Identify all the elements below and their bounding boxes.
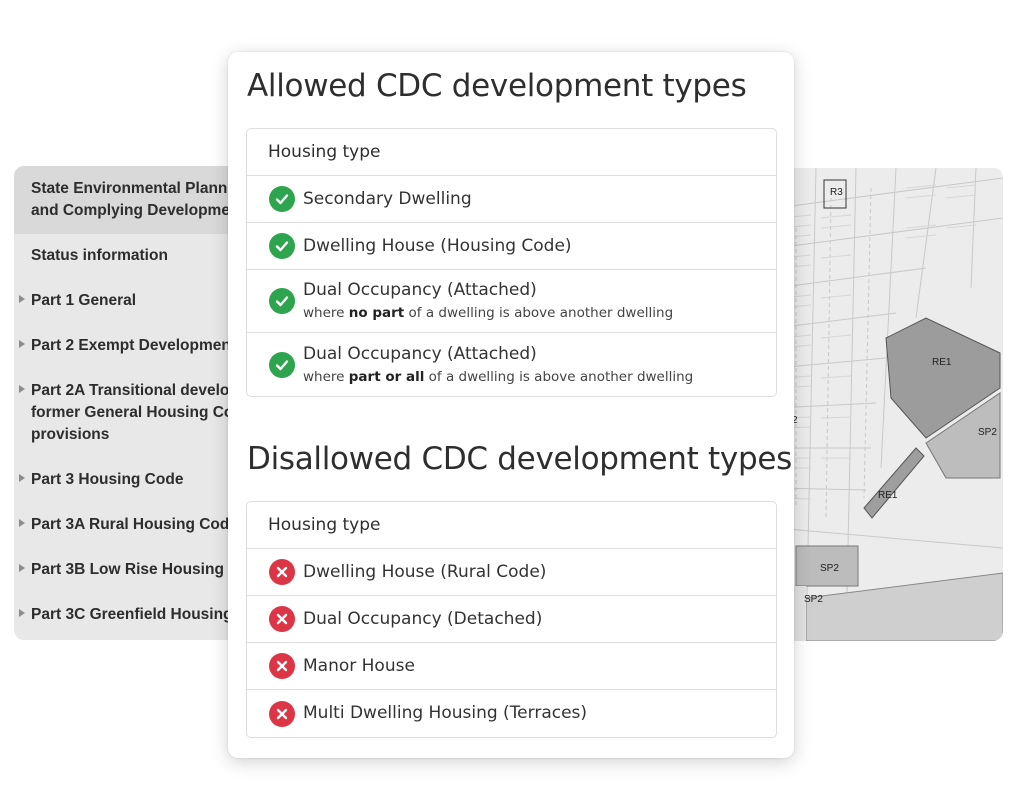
- housing-type-label: Dual Occupancy (Attached): [303, 280, 537, 300]
- disallowed-table-header: Housing type: [247, 502, 776, 549]
- sidebar-heading[interactable]: State Environmental Plann and Complying …: [14, 166, 244, 234]
- housing-type-label: Manor House: [303, 655, 415, 676]
- allowed-row: Dwelling House (Housing Code): [247, 223, 776, 270]
- housing-type-label: Dual Occupancy (Detached): [303, 608, 543, 629]
- housing-type-label: Secondary Dwelling: [303, 188, 472, 209]
- allowed-row: Secondary Dwelling: [247, 176, 776, 223]
- housing-type-label: Dwelling House (Rural Code): [303, 561, 547, 582]
- allowed-table-header: Housing type: [247, 129, 776, 176]
- zoning-map[interactable]: R3 RE1 SP2 RE1 SP2 SP2 2: [776, 168, 1003, 641]
- disallowed-section-title: Disallowed CDC development types: [247, 441, 792, 477]
- caret-right-icon[interactable]: [19, 385, 25, 393]
- check-circle-icon: [269, 186, 295, 212]
- sidebar-item-label: Part 2A Transitional develo: [31, 382, 230, 399]
- map-label: SP2: [820, 563, 839, 574]
- sidebar-heading-line: State Environmental Plann: [31, 180, 228, 197]
- sidebar-item-part-3a[interactable]: Part 3A Rural Housing Code: [14, 514, 244, 536]
- check-circle-icon: [269, 351, 295, 378]
- sidebar-item-label: Part 3C Greenfield Housing: [31, 606, 233, 623]
- check-circle-icon: [269, 233, 295, 259]
- map-label: SP2: [804, 594, 823, 605]
- allowed-row: Dual Occupancy (Attached) where no part …: [247, 270, 776, 333]
- map-canvas: R3 RE1 SP2 RE1 SP2 SP2 2: [776, 168, 1003, 641]
- sidebar-item-part-2[interactable]: Part 2 Exempt Development: [14, 335, 244, 357]
- caret-right-icon[interactable]: [19, 519, 25, 527]
- caret-right-icon[interactable]: [19, 609, 25, 617]
- caret-right-icon[interactable]: [19, 340, 25, 348]
- sidebar-heading-line: and Complying Developme: [31, 202, 230, 219]
- caret-right-icon[interactable]: [19, 474, 25, 482]
- disallowed-row: Multi Dwelling Housing (Terraces): [247, 690, 776, 737]
- sidebar-item-label: Part 2 Exempt Development: [31, 337, 237, 354]
- sidebar-item-label: provisions: [31, 426, 110, 443]
- disallowed-table: Housing type Dwelling House (Rural Code)…: [246, 501, 777, 738]
- x-circle-icon: [269, 653, 295, 679]
- map-label: RE1: [878, 490, 898, 501]
- allowed-row: Dual Occupancy (Attached) where part or …: [247, 333, 776, 396]
- sidebar-item-label: former General Housing Co: [31, 404, 234, 421]
- caret-right-icon[interactable]: [19, 564, 25, 572]
- sidebar-item-label: Part 3 Housing Code: [31, 471, 184, 488]
- allowed-section-title: Allowed CDC development types: [247, 68, 747, 104]
- sidebar-toc: State Environmental Plann and Complying …: [14, 166, 244, 640]
- sidebar-item-label: Status information: [31, 247, 168, 264]
- housing-type-label: Multi Dwelling Housing (Terraces): [303, 703, 588, 723]
- sidebar-item-label: Part 1 General: [31, 292, 137, 309]
- housing-type-label: Dwelling House (Housing Code): [303, 235, 572, 256]
- sidebar-item-part-2a[interactable]: Part 2A Transitional develo former Gener…: [14, 380, 244, 446]
- x-circle-icon: [269, 606, 295, 632]
- caret-right-icon[interactable]: [19, 295, 25, 303]
- allowed-table: Housing type Secondary Dwelling Dwelling…: [246, 128, 777, 397]
- map-label: RE1: [932, 357, 952, 368]
- sidebar-item-label: Part 3A Rural Housing Code: [31, 516, 238, 533]
- sidebar-item-label: Part 3B Low Rise Housing: [31, 561, 224, 578]
- sidebar-item-part-1[interactable]: Part 1 General: [14, 290, 244, 312]
- sidebar-item-status[interactable]: Status information: [14, 245, 244, 267]
- sidebar-item-part-3b[interactable]: Part 3B Low Rise Housing: [14, 559, 244, 581]
- map-label: R3: [830, 187, 843, 198]
- housing-type-condition: where part or all of a dwelling is above…: [303, 368, 694, 385]
- cdc-types-card: Allowed CDC development types Housing ty…: [228, 52, 794, 758]
- disallowed-row: Dual Occupancy (Detached): [247, 596, 776, 643]
- sidebar-item-part-3c[interactable]: Part 3C Greenfield Housing: [14, 604, 244, 626]
- check-circle-icon: [269, 288, 295, 314]
- x-circle-icon: [269, 700, 295, 727]
- x-circle-icon: [269, 559, 295, 585]
- map-label: SP2: [978, 427, 997, 438]
- sidebar-item-part-3[interactable]: Part 3 Housing Code: [14, 469, 244, 491]
- housing-type-label: Dual Occupancy (Attached): [303, 343, 537, 364]
- disallowed-row: Dwelling House (Rural Code): [247, 549, 776, 596]
- disallowed-row: Manor House: [247, 643, 776, 690]
- housing-type-condition: where no part of a dwelling is above ano…: [303, 305, 674, 321]
